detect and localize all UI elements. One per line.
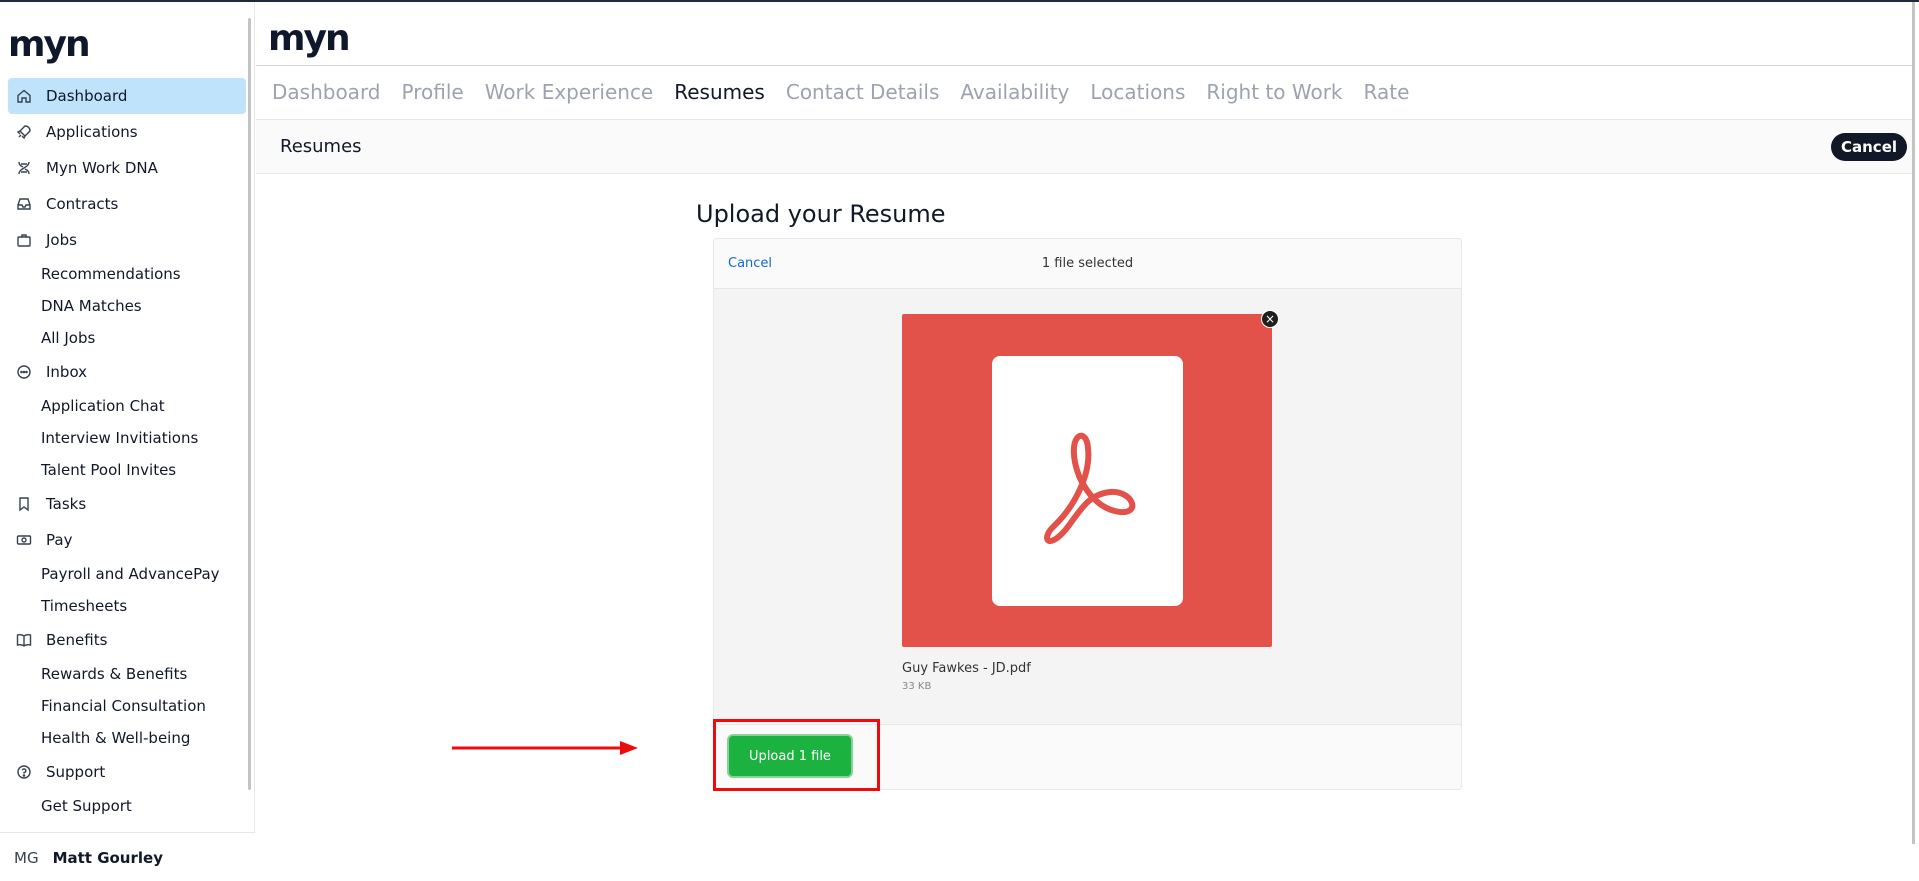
section-title: Resumes bbox=[280, 136, 362, 157]
annotation-arrow-icon bbox=[452, 741, 638, 755]
file-uploader: Cancel 1 file selected × Guy Fawkes - JD… bbox=[713, 238, 1462, 790]
sidebar-item-financial-consultation[interactable]: Financial Consultation bbox=[8, 690, 246, 722]
cancel-button[interactable]: Cancel bbox=[1831, 133, 1908, 161]
sidebar-item-get-support[interactable]: Get Support bbox=[8, 790, 246, 822]
sidebar-item-label: Recommendations bbox=[41, 265, 181, 283]
sidebar-item-payroll-and-advancepay[interactable]: Payroll and AdvancePay bbox=[8, 558, 246, 590]
tab-locations[interactable]: Locations bbox=[1090, 80, 1185, 104]
tab-rate[interactable]: Rate bbox=[1364, 80, 1410, 104]
file-name: Guy Fawkes - JD.pdf bbox=[902, 661, 1031, 676]
sidebar-item-label: DNA Matches bbox=[41, 297, 142, 315]
dna-icon bbox=[16, 160, 32, 176]
uploader-header: Cancel 1 file selected bbox=[714, 239, 1461, 289]
user-name: Matt Gourley bbox=[52, 849, 163, 867]
tab-work-experience[interactable]: Work Experience bbox=[485, 80, 654, 104]
main-content: myn Dashboard Profile Work Experience Resum… bbox=[256, 2, 1915, 881]
rocket-icon bbox=[16, 124, 32, 140]
briefcase-icon bbox=[16, 232, 32, 248]
main-scrollbar[interactable] bbox=[1912, 2, 1915, 844]
profile-tabs: Dashboard Profile Work Experience Resumes Co… bbox=[272, 80, 1409, 104]
sidebar-item-talent-pool-invites[interactable]: Talent Pool Invites bbox=[8, 454, 246, 486]
tab-availability[interactable]: Availability bbox=[960, 80, 1069, 104]
header-divider bbox=[256, 65, 1915, 66]
sidebar-item-label: Interview Invitiations bbox=[41, 429, 199, 447]
sidebar-item-label: Tasks bbox=[46, 495, 87, 513]
sidebar-item-label: Contracts bbox=[46, 195, 119, 213]
sidebar-item-rewards-and-benefits[interactable]: Rewards & Benefits bbox=[8, 658, 246, 690]
sidebar-item-label: Myn Work DNA bbox=[46, 159, 158, 177]
sidebar-item-label: Talent Pool Invites bbox=[41, 461, 177, 479]
sidebar-item-dna-matches[interactable]: DNA Matches bbox=[8, 290, 246, 322]
help-circle-icon bbox=[16, 764, 32, 780]
sidebar-item-support[interactable]: Support bbox=[8, 754, 246, 790]
pdf-file-icon bbox=[1044, 432, 1136, 544]
user-initials: MG bbox=[14, 849, 39, 867]
sidebar-item-application-chat[interactable]: Application Chat bbox=[8, 390, 246, 422]
sidebar-item-label: Payroll and AdvancePay bbox=[41, 565, 220, 583]
sidebar-item-label: Benefits bbox=[46, 631, 108, 649]
sidebar-item-benefits[interactable]: Benefits bbox=[8, 622, 246, 658]
file-thumbnail bbox=[902, 314, 1272, 647]
sidebar-item-health-and-well-being[interactable]: Health & Well-being bbox=[8, 722, 246, 754]
chat-icon bbox=[16, 364, 32, 380]
sidebar-item-label: Pay bbox=[46, 531, 73, 549]
sidebar-scrollbar[interactable] bbox=[248, 18, 251, 790]
home-icon bbox=[16, 88, 32, 104]
tab-right-to-work[interactable]: Right to Work bbox=[1206, 80, 1342, 104]
header-logo[interactable]: myn bbox=[268, 18, 351, 59]
sidebar: myn Dashboard Applications Myn Work DNA Con… bbox=[0, 2, 255, 881]
book-icon bbox=[16, 632, 32, 648]
sidebar-item-timesheets[interactable]: Timesheets bbox=[8, 590, 246, 622]
section-header: Resumes Cancel bbox=[256, 120, 1915, 174]
sidebar-item-label: Support bbox=[46, 763, 106, 781]
bookmark-icon bbox=[16, 496, 32, 512]
user-profile-bar[interactable]: MG Matt Gourley bbox=[0, 832, 255, 881]
sidebar-item-label: Financial Consultation bbox=[41, 697, 206, 715]
sidebar-item-label: All Jobs bbox=[41, 329, 96, 347]
tab-dashboard[interactable]: Dashboard bbox=[272, 80, 381, 104]
sidebar-item-label: Application Chat bbox=[41, 397, 165, 415]
sidebar-item-label: Dashboard bbox=[46, 87, 128, 105]
sidebar-item-interview-invitiations[interactable]: Interview Invitiations bbox=[8, 422, 246, 454]
sidebar-item-myn-work-dna[interactable]: Myn Work DNA bbox=[8, 150, 246, 186]
tab-profile[interactable]: Profile bbox=[402, 80, 464, 104]
file-size: 33 KB bbox=[902, 681, 932, 692]
sidebar-item-jobs[interactable]: Jobs bbox=[8, 222, 246, 258]
money-icon bbox=[16, 532, 32, 548]
sidebar-item-label: Applications bbox=[46, 123, 138, 141]
sidebar-item-label: Rewards & Benefits bbox=[41, 665, 188, 683]
sidebar-item-pay[interactable]: Pay bbox=[8, 522, 246, 558]
sidebar-item-inbox[interactable]: Inbox bbox=[8, 354, 246, 390]
sidebar-item-label: Timesheets bbox=[41, 597, 128, 615]
sidebar-item-contracts[interactable]: Contracts bbox=[8, 186, 246, 222]
sidebar-nav: Dashboard Applications Myn Work DNA Contrac… bbox=[8, 78, 246, 822]
sidebar-item-label: Jobs bbox=[46, 231, 77, 249]
sidebar-item-tasks[interactable]: Tasks bbox=[8, 486, 246, 522]
tab-contact-details[interactable]: Contact Details bbox=[786, 80, 940, 104]
sidebar-item-all-jobs[interactable]: All Jobs bbox=[8, 322, 246, 354]
sidebar-item-label: Get Support bbox=[41, 797, 132, 815]
upload-heading: Upload your Resume bbox=[696, 200, 946, 228]
sidebar-item-label: Health & Well-being bbox=[41, 729, 191, 747]
tab-resumes[interactable]: Resumes bbox=[674, 80, 765, 104]
remove-file-button[interactable]: × bbox=[1261, 310, 1279, 328]
sidebar-item-applications[interactable]: Applications bbox=[8, 114, 246, 150]
sidebar-item-recommendations[interactable]: Recommendations bbox=[8, 258, 246, 290]
sidebar-logo[interactable]: myn bbox=[8, 26, 91, 64]
document-page bbox=[992, 356, 1183, 606]
annotation-highlight-box bbox=[713, 719, 880, 791]
files-selected-status: 1 file selected bbox=[1041, 256, 1134, 271]
inbox-tray-icon bbox=[16, 196, 32, 212]
sidebar-item-label: Inbox bbox=[46, 363, 88, 381]
sidebar-item-dashboard[interactable]: Dashboard bbox=[8, 78, 246, 114]
